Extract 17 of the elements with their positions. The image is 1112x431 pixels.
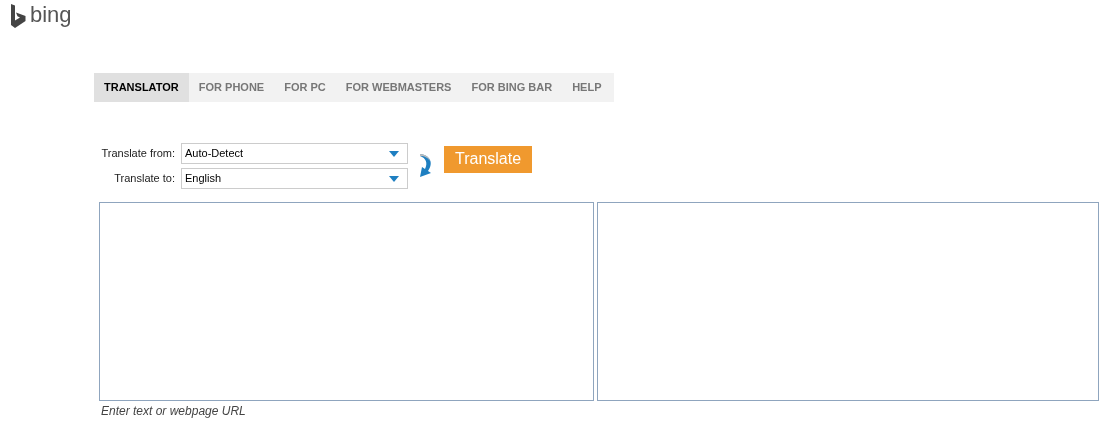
translate-button[interactable]: Translate [444,145,533,173]
nav-tab[interactable]: FOR BING BAR [461,73,563,102]
nav-tab[interactable]: HELP [562,73,612,102]
field-label: Translate to: [113,171,176,187]
field-label: Translate from: [100,146,176,162]
nav-tab[interactable]: FOR WEBMASTERS [335,73,462,102]
nav-tab[interactable]: FOR PC [274,73,336,102]
language-dropdown[interactable]: English [181,168,408,189]
caret-icon [389,150,399,157]
nav-tab[interactable]: FOR PHONE [188,73,275,102]
source-text-field[interactable] [99,202,594,401]
language-dropdown[interactable]: Auto-Detect [181,143,408,164]
bing-logo-icon [11,4,26,28]
caret-icon [389,175,399,182]
input-hint: Enter text or webpage URL [101,403,247,420]
logo-text: bing [30,4,72,28]
nav-tab[interactable]: TRANSLATOR [94,73,189,102]
